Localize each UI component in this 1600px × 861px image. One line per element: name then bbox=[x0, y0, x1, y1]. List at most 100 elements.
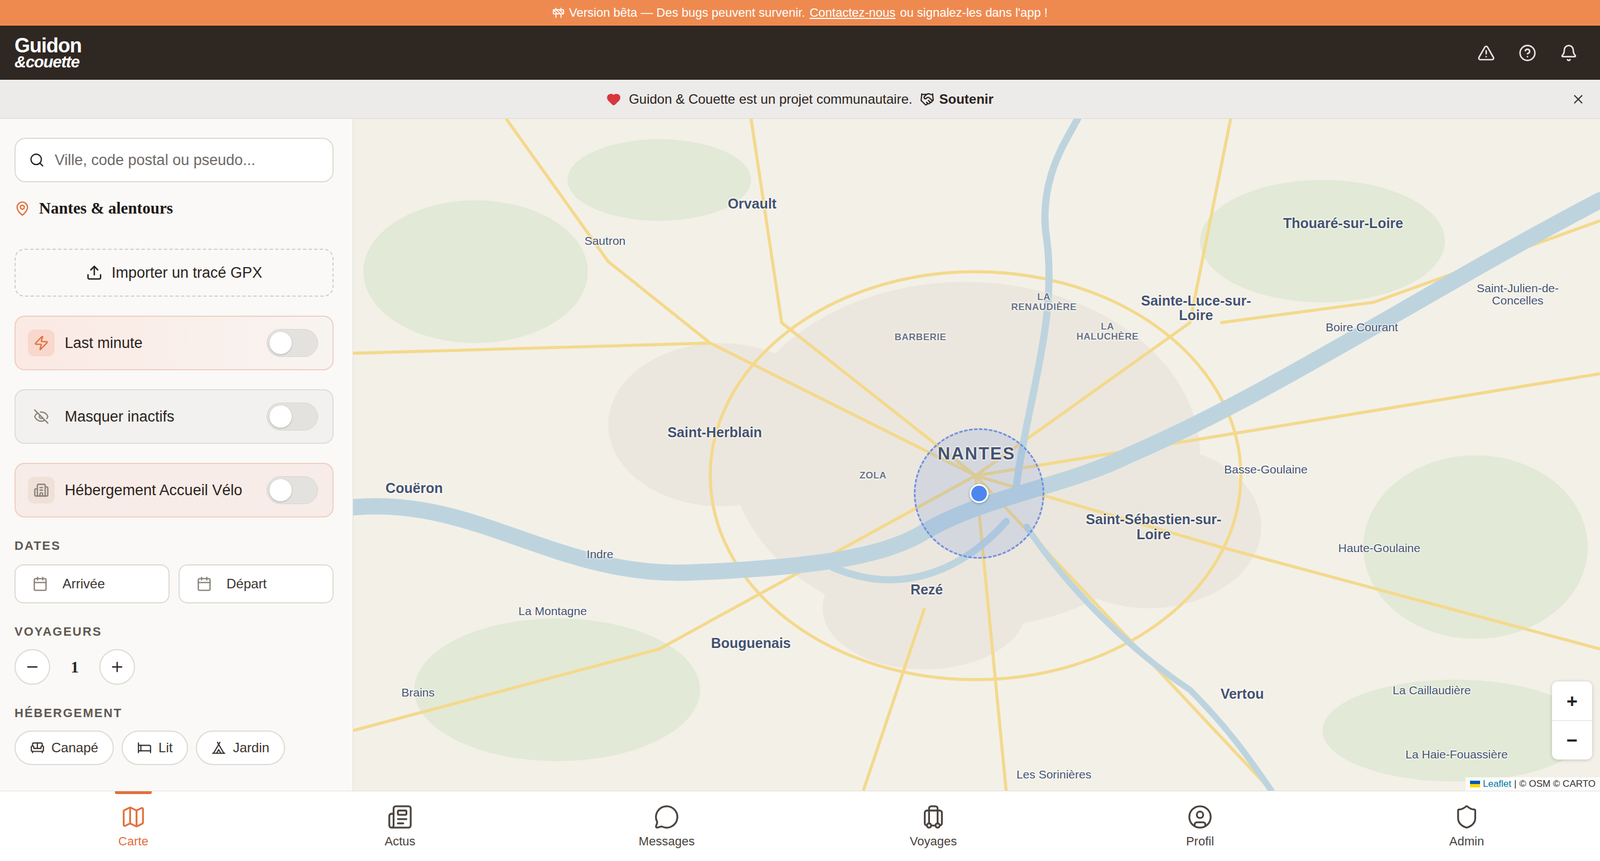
main: Ville, code postal ou pseudo... Nantes & … bbox=[0, 118, 1600, 792]
accommodation-chip[interactable]: Jardin bbox=[195, 730, 285, 766]
calendar-icon bbox=[196, 576, 212, 592]
map-label: La Caillaudière bbox=[1392, 684, 1471, 697]
map-label: La Montagne bbox=[518, 605, 587, 618]
plus-icon bbox=[109, 659, 125, 676]
accommodation-chip[interactable]: Canapé bbox=[14, 730, 114, 766]
community-bar: Guidon & Couette est un projet communaut… bbox=[0, 79, 1600, 119]
sidebar: Ville, code postal ou pseudo... Nantes & … bbox=[0, 118, 354, 792]
switch-knob bbox=[269, 479, 292, 502]
map-label: Indre bbox=[586, 548, 614, 561]
nav-icon bbox=[1187, 804, 1213, 831]
map-label: Sautron bbox=[584, 234, 626, 248]
date-row: ArrivéeDépart bbox=[14, 564, 334, 604]
zoom-out-button[interactable]: − bbox=[1552, 720, 1593, 760]
switch-knob bbox=[269, 405, 292, 428]
travelers-count: 1 bbox=[50, 658, 100, 677]
map-label: BARBERIE bbox=[894, 332, 947, 343]
header: Guidon&couette bbox=[0, 25, 1600, 80]
header-actions bbox=[1477, 44, 1578, 62]
map-label: Basse-Goulaine bbox=[1223, 463, 1308, 476]
sevre-river bbox=[1026, 526, 1272, 792]
toggle-icon-box bbox=[27, 329, 55, 357]
support-button[interactable]: Soutenir bbox=[919, 91, 994, 108]
heart-icon bbox=[606, 92, 621, 107]
location-marker[interactable] bbox=[969, 484, 989, 504]
map-label: LA RENAUDIÈRE bbox=[1010, 292, 1078, 313]
toggle-icon-box bbox=[27, 403, 55, 431]
bottom-nav: CarteActusMessagesVoyagesProfilAdmin bbox=[0, 791, 1600, 861]
map-label: Thouaré-sur-Loire bbox=[1283, 215, 1404, 231]
search-field[interactable]: Ville, code postal ou pseudo... bbox=[14, 137, 334, 183]
accommodation-options: CanapéLitJardin bbox=[14, 730, 334, 766]
map[interactable]: OrvaultSautronThouaré-sur-LoireSaint-Jul… bbox=[353, 118, 1600, 792]
close-icon bbox=[1570, 92, 1586, 107]
flag-icon bbox=[1470, 781, 1481, 788]
filter-toggle[interactable]: Masquer inactifs bbox=[14, 389, 334, 445]
nav-item[interactable]: Actus bbox=[266, 791, 534, 861]
map-label: Bouguenais bbox=[710, 635, 791, 651]
filter-toggle[interactable]: Last minute bbox=[14, 315, 334, 371]
decrement-button[interactable] bbox=[14, 649, 51, 686]
close-button[interactable] bbox=[1570, 92, 1586, 107]
active-indicator bbox=[114, 791, 152, 795]
app: Version bêta — Des bugs peuvent survenir… bbox=[0, 0, 1600, 861]
loire-river bbox=[353, 200, 1600, 573]
community-text: Guidon & Couette est un projet communaut… bbox=[628, 91, 913, 108]
section-label: DATES bbox=[14, 538, 334, 554]
minus-icon bbox=[24, 659, 41, 676]
increment-button[interactable] bbox=[99, 649, 136, 686]
accommodation-chip[interactable]: Lit bbox=[121, 730, 189, 766]
nav-item[interactable]: Voyages bbox=[800, 791, 1067, 861]
switch-knob bbox=[269, 331, 292, 355]
filter-icon bbox=[33, 335, 50, 351]
nav-icon bbox=[387, 804, 413, 831]
pin-icon bbox=[14, 200, 31, 217]
filter-icon bbox=[33, 408, 50, 425]
map-label: Les Sorinières bbox=[1016, 768, 1092, 782]
travelers-stepper: 1 bbox=[14, 649, 334, 686]
alert-icon[interactable] bbox=[1477, 44, 1496, 62]
nav-item[interactable]: Profil bbox=[1066, 791, 1334, 861]
location-title: Nantes & alentours bbox=[14, 199, 334, 218]
beta-banner: Version bêta — Des bugs peuvent survenir… bbox=[0, 0, 1600, 26]
map-attribution: Leaflet| © OSM © CARTO bbox=[1465, 777, 1600, 792]
contact-link[interactable]: Contactez-nous bbox=[809, 5, 896, 21]
nav-item[interactable]: Carte bbox=[0, 791, 267, 861]
nav-icon bbox=[920, 804, 947, 831]
beta-text-after: ou signalez-les dans l'app ! bbox=[899, 5, 1048, 21]
filter-toggle[interactable]: Hébergement Accueil Vélo bbox=[14, 463, 334, 518]
nav-item[interactable]: Messages bbox=[533, 791, 800, 861]
switch[interactable] bbox=[266, 402, 318, 431]
map-label: Boire Courant bbox=[1325, 321, 1399, 334]
upload-icon bbox=[85, 264, 103, 282]
switch[interactable] bbox=[266, 476, 318, 505]
map-label: Saint-Sébastien-sur-Loire bbox=[1083, 512, 1224, 542]
map-label: Vertou bbox=[1220, 686, 1265, 702]
map-label: ZOLA bbox=[859, 470, 887, 481]
departure-button[interactable]: Départ bbox=[178, 564, 334, 604]
construction-icon bbox=[552, 6, 565, 19]
zoom-in-button[interactable]: + bbox=[1552, 681, 1593, 721]
map-label: La Haie-Fouassière bbox=[1405, 748, 1508, 761]
accommodation-icon bbox=[211, 740, 226, 756]
map-label: Saint-Herblain bbox=[667, 424, 762, 440]
map-label: LA HALUCHÈRE bbox=[1073, 321, 1141, 342]
zoom-control: +− bbox=[1552, 681, 1593, 760]
bell-icon[interactable] bbox=[1559, 44, 1578, 62]
map-label: Orvault bbox=[727, 196, 777, 211]
search-icon bbox=[29, 152, 45, 168]
leaflet-link[interactable]: Leaflet bbox=[1482, 778, 1512, 790]
map-label: Sainte-Luce-sur-Loire bbox=[1126, 292, 1266, 323]
map-label: Haute-Goulaine bbox=[1338, 542, 1421, 555]
map-label: Couëron bbox=[385, 480, 443, 495]
gpx-import-button[interactable]: Importer un tracé GPX bbox=[14, 248, 334, 297]
nav-item[interactable]: Admin bbox=[1333, 791, 1600, 861]
section-label: HÉBERGEMENT bbox=[14, 706, 334, 721]
map-label: Rezé bbox=[910, 581, 943, 597]
section-label: VOYAGEURS bbox=[14, 624, 334, 640]
help-icon[interactable] bbox=[1518, 44, 1537, 62]
arrival-button[interactable]: Arrivée bbox=[14, 564, 170, 604]
switch[interactable] bbox=[266, 329, 318, 358]
map-label: Brains bbox=[401, 686, 435, 700]
logo[interactable]: Guidon&couette bbox=[14, 36, 82, 70]
